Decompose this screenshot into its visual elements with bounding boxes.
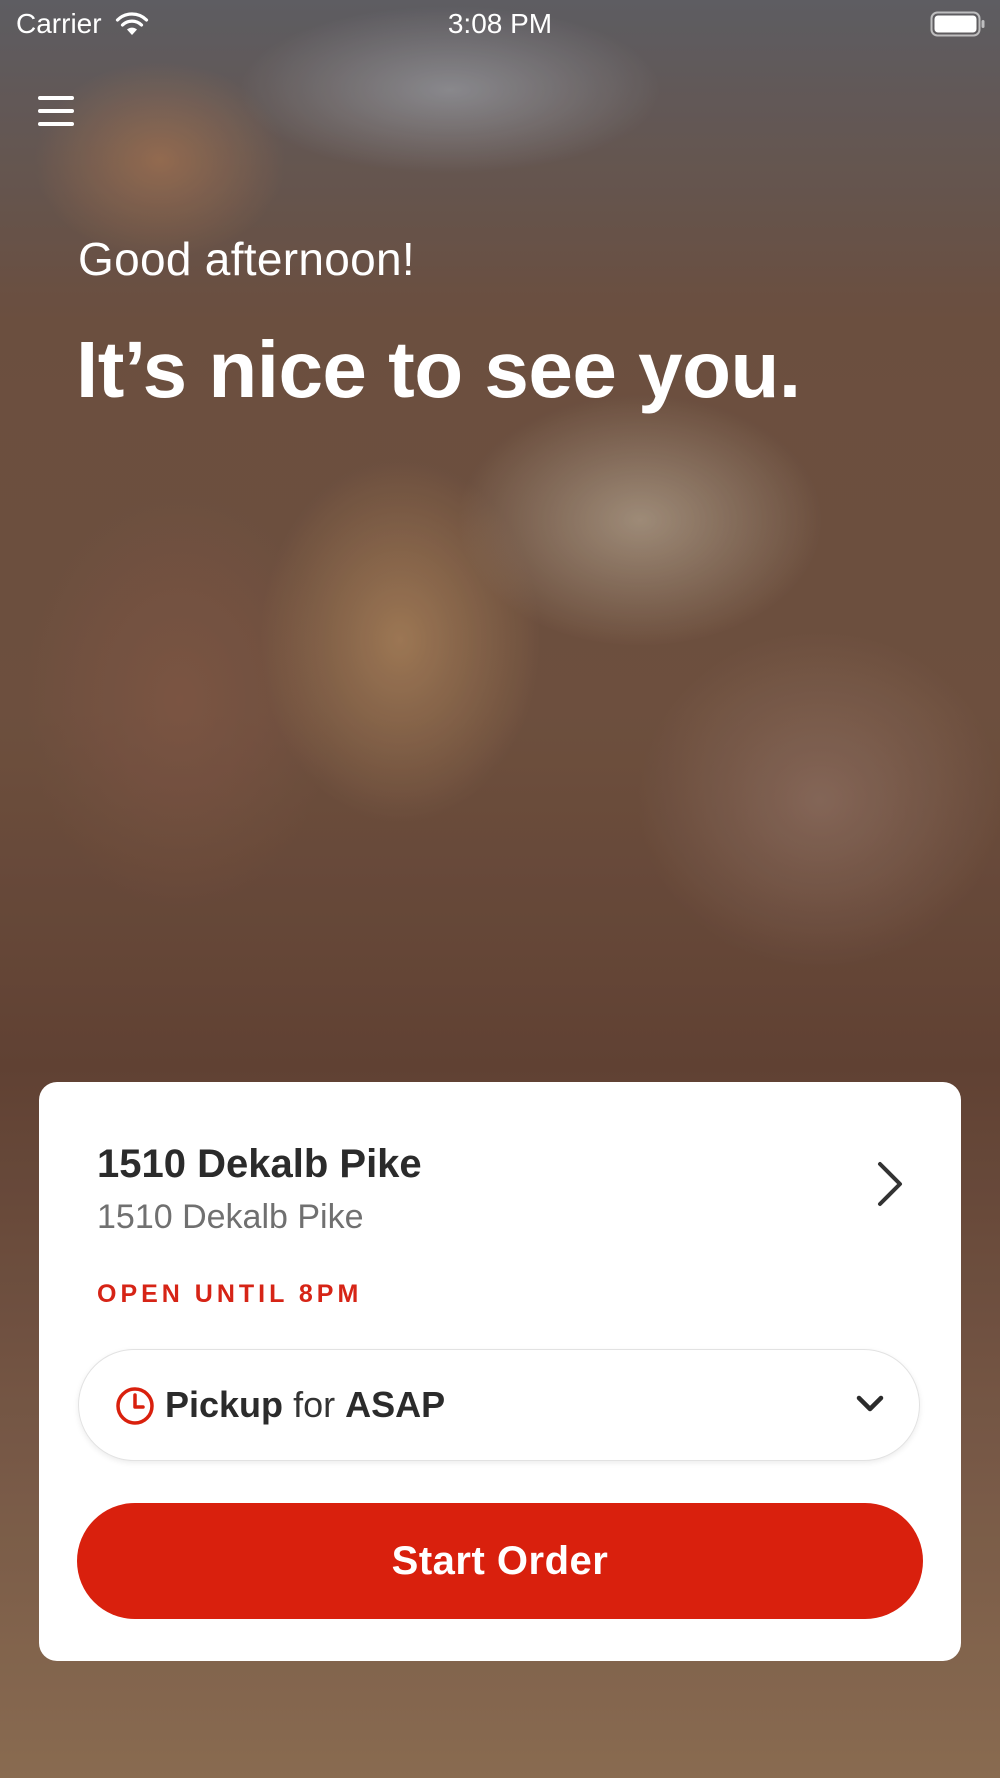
menu-line [38,109,74,113]
location-card: 1510 Dekalb Pike 1510 Dekalb Pike OPEN U… [39,1082,961,1661]
order-connector: for [293,1384,336,1425]
greeting-text: Good afternoon! [78,233,415,285]
order-type-summary: Pickup for ASAP [165,1384,445,1426]
hamburger-menu-icon[interactable] [34,90,82,132]
status-bar: Carrier 3:08 PM [0,0,1000,50]
order-type-select[interactable]: Pickup for ASAP [78,1349,920,1461]
menu-line [38,96,74,100]
status-time: 3:08 PM [447,8,553,39]
order-mode: Pickup [165,1384,284,1425]
home-screen: Carrier 3:08 PM Good afternoon! It’s nic… [0,0,1000,1778]
start-order-button[interactable]: Start Order [77,1503,923,1619]
clock-icon [116,1387,154,1425]
chevron-right-icon [878,1162,902,1206]
order-time: ASAP [345,1384,446,1425]
welcome-heading: It’s nice to see you. [76,325,801,414]
open-status-label: OPEN UNTIL 8PM [97,1280,363,1308]
menu-line [38,122,74,126]
location-address: 1510 Dekalb Pike [97,1198,364,1236]
location-name: 1510 Dekalb Pike [97,1142,422,1186]
location-row[interactable]: 1510 Dekalb Pike 1510 Dekalb Pike [39,1082,961,1292]
chevron-down-icon [856,1395,884,1412]
battery-icon [930,11,985,37]
